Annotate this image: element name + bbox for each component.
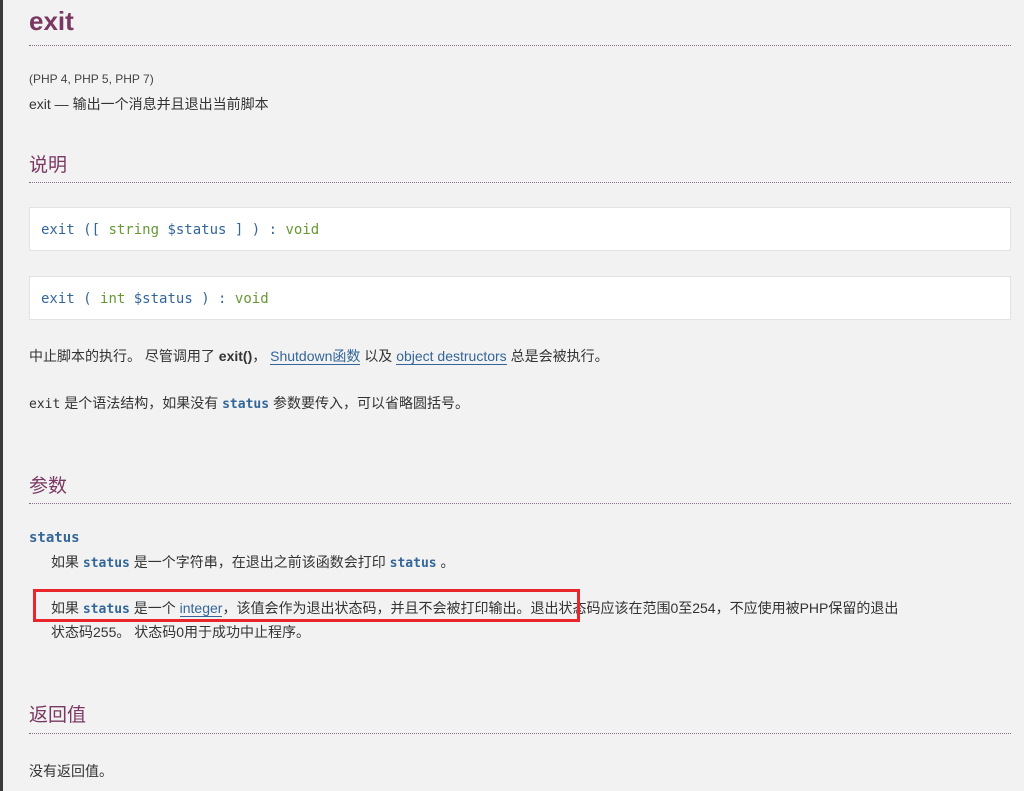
- text: 。: [436, 554, 455, 570]
- title-divider: [29, 45, 1011, 46]
- description-paragraph-1: 中止脚本的执行。 尽管调用了 exit()， Shutdown函数 以及 obj…: [29, 346, 609, 366]
- method-synopsis-1: exit ([ string $status ] ) : void: [29, 207, 1011, 251]
- function-ref-exit: exit(): [218, 348, 253, 364]
- code-exit: exit: [29, 397, 61, 412]
- synopsis-var: $status: [167, 222, 227, 238]
- synopsis-punct: ([: [74, 222, 109, 238]
- synopsis-punct: ] ) :: [226, 222, 286, 238]
- synopsis-punct: (: [74, 291, 101, 307]
- heading-parameters: 参数: [29, 476, 68, 497]
- param-status: status: [82, 556, 130, 571]
- function-purpose: exit — 输出一个消息并且退出当前脚本: [29, 96, 269, 112]
- description-divider: [29, 182, 1011, 183]
- synopsis-return-type[interactable]: void: [235, 291, 269, 307]
- synopsis-return-type[interactable]: void: [285, 222, 319, 238]
- synopsis-function-name: exit: [41, 222, 75, 238]
- description-paragraph-2: exit 是个语法结构，如果没有 status 参数要传入，可以省略圆括号。: [29, 393, 469, 413]
- link-shutdown-functions[interactable]: Shutdown函数: [270, 348, 361, 365]
- text: ，: [252, 348, 271, 364]
- synopsis-function-name: exit: [41, 291, 75, 307]
- heading-return-values: 返回值: [29, 705, 87, 726]
- synopsis-punct: ) :: [192, 291, 235, 307]
- text: 中止脚本的执行。 尽管调用了: [29, 348, 219, 364]
- parameters-divider: [29, 503, 1011, 504]
- return-values-text: 没有返回值。: [29, 763, 113, 779]
- text: 参数要传入，可以省略圆括号。: [269, 395, 469, 411]
- synopsis-var: $status: [133, 291, 193, 307]
- link-object-destructors[interactable]: object destructors: [396, 348, 507, 365]
- php-versions: (PHP 4, PHP 5, PHP 7): [29, 72, 154, 86]
- text: 是一个字符串，在退出之前该函数会打印: [129, 554, 390, 570]
- text: 以及: [360, 348, 397, 364]
- heading-description: 说明: [29, 155, 68, 176]
- page-title: exit: [29, 6, 74, 36]
- method-synopsis-2: exit ( int $status ) : void: [29, 276, 1011, 320]
- synopsis-type[interactable]: string: [108, 222, 159, 238]
- text: 是个语法结构，如果没有: [60, 395, 223, 411]
- text: 状态码255。 状态码0用于成功中止程序。: [51, 624, 311, 640]
- param-status: status: [389, 556, 437, 571]
- return-values-divider: [29, 733, 1011, 734]
- parameter-term-status: status: [29, 530, 80, 546]
- parameter-desc-line-1: 如果 status 是一个字符串，在退出之前该函数会打印 status 。: [51, 551, 1011, 575]
- text: 总是会被执行。: [506, 348, 609, 364]
- red-highlight-annotation: [33, 589, 580, 622]
- page-frame: exit (PHP 4, PHP 5, PHP 7) exit — 输出一个消息…: [0, 0, 1024, 791]
- synopsis-type[interactable]: int: [100, 291, 125, 307]
- text: 如果: [51, 554, 83, 570]
- param-status: status: [222, 397, 270, 412]
